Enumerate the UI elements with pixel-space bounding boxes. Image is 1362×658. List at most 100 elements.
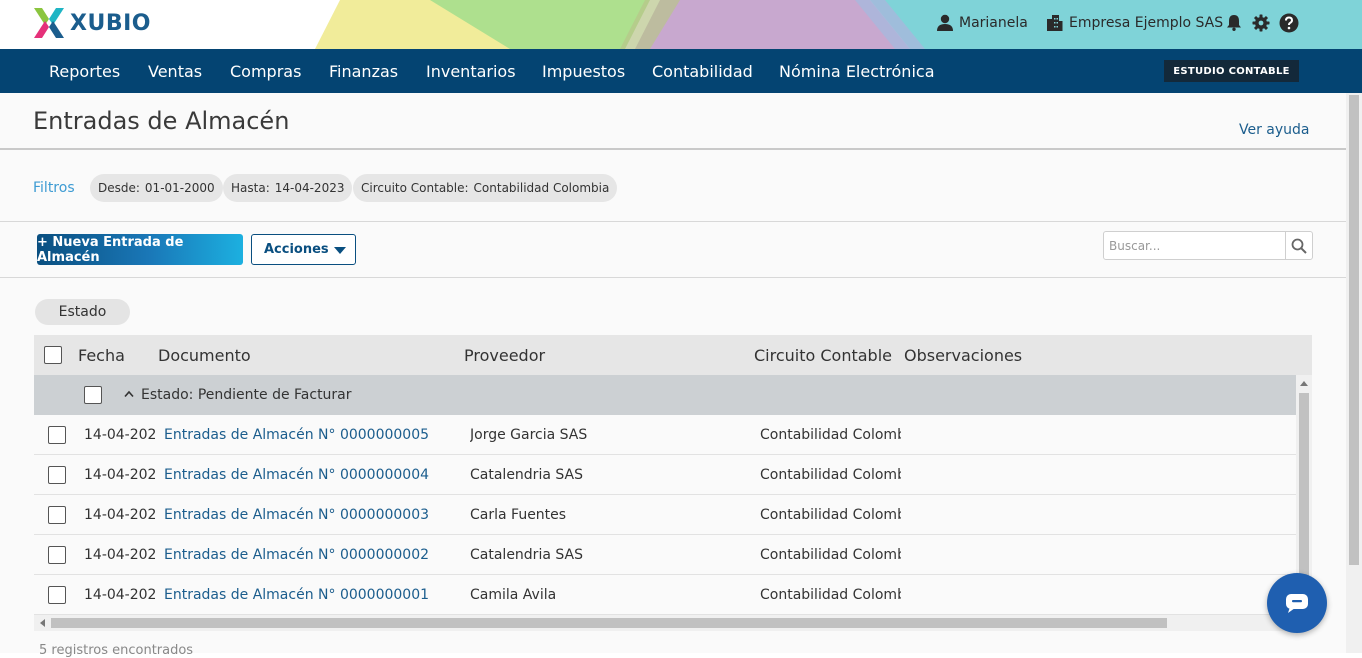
table-row[interactable]: 14-04-2023 Entradas de Almacén N° 000000… (34, 575, 1296, 615)
nav-reportes[interactable]: Reportes (49, 62, 120, 81)
cell-circuito: Contabilidad Colombia (760, 467, 901, 483)
filter-chip-value: Contabilidad Colombia (473, 181, 610, 195)
chat-button[interactable] (1267, 573, 1327, 633)
search-icon (1291, 238, 1307, 254)
table-horizontal-scrollbar[interactable] (34, 615, 1296, 631)
column-header-fecha[interactable]: Fecha (78, 346, 125, 365)
nav-compras[interactable]: Compras (230, 62, 301, 81)
help-button[interactable] (1279, 0, 1299, 45)
page-scrollbar[interactable] (1346, 93, 1362, 653)
cell-documento-link[interactable]: Entradas de Almacén N° 0000000003 (164, 507, 429, 523)
user-icon (937, 14, 953, 31)
page-title: Entradas de Almacén (33, 107, 290, 135)
cell-fecha: 14-04-2023 (84, 467, 156, 483)
nav-inventarios[interactable]: Inventarios (426, 62, 516, 81)
caret-down-icon (334, 247, 346, 254)
filters-label[interactable]: Filtros (33, 180, 75, 196)
group-label: Estado: Pendiente de Facturar (141, 387, 352, 403)
user-menu[interactable]: Marianela (936, 0, 1028, 45)
nav-nomina-electronica[interactable]: Nómina Electrónica (779, 62, 935, 81)
estudio-contable-button[interactable]: ESTUDIO CONTABLE (1164, 60, 1299, 82)
search-box (1103, 231, 1313, 260)
row-checkbox[interactable] (48, 466, 66, 484)
cell-circuito: Contabilidad Colombia (760, 587, 901, 603)
cell-proveedor: Jorge Garcia SAS (470, 427, 588, 443)
column-header-circuito[interactable]: Circuito Contable (754, 346, 892, 365)
filters-divider (0, 221, 1346, 222)
nav-impuestos[interactable]: Impuestos (542, 62, 625, 81)
group-row[interactable]: Estado: Pendiente de Facturar (34, 375, 1296, 415)
cell-documento-link[interactable]: Entradas de Almacén N° 0000000001 (164, 587, 429, 603)
chat-icon (1286, 594, 1308, 613)
filter-chip-desde[interactable]: Desde: 01-01-2000 (90, 174, 223, 202)
page-scroll-thumb[interactable] (1349, 95, 1359, 565)
cell-proveedor: Camila Avila (470, 587, 557, 603)
main-navbar: Reportes Ventas Compras Finanzas Inventa… (0, 49, 1362, 93)
notifications-button[interactable] (1226, 0, 1242, 45)
cell-fecha: 14-04-2023 (84, 507, 156, 523)
row-checkbox[interactable] (48, 426, 66, 444)
cell-proveedor: Carla Fuentes (470, 507, 567, 523)
cell-circuito: Contabilidad Colombia (760, 427, 901, 443)
page-content: Entradas de Almacén Ver ayuda Filtros De… (0, 93, 1362, 658)
entries-table: Fecha Documento Proveedor Circuito Conta… (34, 335, 1312, 635)
row-checkbox[interactable] (48, 546, 66, 564)
cell-proveedor: Catalendria SAS (470, 547, 583, 563)
chevron-up-icon[interactable] (124, 390, 134, 398)
table-row[interactable]: 14-04-2023 Entradas de Almacén N° 000000… (34, 535, 1296, 575)
filter-chip-key: Hasta: (231, 181, 270, 195)
cell-fecha: 14-04-2023 (84, 547, 156, 563)
title-divider (0, 148, 1346, 150)
xubio-logo-icon (34, 8, 64, 38)
group-by-estado-chip[interactable]: Estado (35, 299, 130, 325)
column-header-documento[interactable]: Documento (158, 346, 251, 365)
cell-documento-link[interactable]: Entradas de Almacén N° 0000000004 (164, 467, 429, 483)
toolbar-divider (0, 277, 1346, 278)
column-header-observaciones[interactable]: Observaciones (904, 346, 1022, 365)
filter-chip-key: Desde: (98, 181, 140, 195)
group-checkbox[interactable] (84, 386, 102, 404)
building-icon (1047, 15, 1063, 31)
xubio-logo[interactable]: XUBIO (32, 6, 151, 40)
brand-name: XUBIO (70, 10, 151, 36)
user-name: Marianela (959, 14, 1028, 31)
row-checkbox[interactable] (48, 506, 66, 524)
new-entry-button[interactable]: + Nueva Entrada de Almacén (37, 234, 243, 265)
top-bar: XUBIO Marianela Empresa Ejemplo SAS (0, 0, 1362, 49)
nav-ventas[interactable]: Ventas (148, 62, 202, 81)
actions-dropdown[interactable]: Acciones (251, 234, 356, 265)
search-button[interactable] (1285, 232, 1312, 259)
horizontal-scroll-thumb[interactable] (51, 618, 1167, 628)
select-all-checkbox[interactable] (44, 346, 62, 364)
scroll-up-arrow-icon[interactable] (1296, 377, 1312, 391)
company-menu[interactable]: Empresa Ejemplo SAS (1046, 0, 1223, 45)
filter-chip-key: Circuito Contable: (361, 181, 469, 195)
settings-button[interactable] (1252, 0, 1270, 45)
filter-chip-circuito[interactable]: Circuito Contable: Contabilidad Colombia (353, 174, 618, 202)
filter-chip-hasta[interactable]: Hasta: 14-04-2023 (223, 174, 353, 202)
filter-chip-value: 01-01-2000 (144, 181, 215, 195)
search-input[interactable] (1104, 232, 1284, 259)
cell-fecha: 14-04-2023 (84, 427, 156, 443)
scroll-left-arrow-icon[interactable] (36, 615, 50, 631)
records-count: 5 registros encontrados (39, 643, 194, 658)
cell-documento-link[interactable]: Entradas de Almacén N° 0000000002 (164, 547, 429, 563)
help-link[interactable]: Ver ayuda (1239, 122, 1310, 138)
cell-documento-link[interactable]: Entradas de Almacén N° 0000000005 (164, 427, 429, 443)
table-row[interactable]: 14-04-2023 Entradas de Almacén N° 000000… (34, 415, 1296, 455)
cell-circuito: Contabilidad Colombia (760, 507, 901, 523)
table-row[interactable]: 14-04-2023 Entradas de Almacén N° 000000… (34, 495, 1296, 535)
cell-fecha: 14-04-2023 (84, 587, 156, 603)
filter-chip-value: 14-04-2023 (274, 181, 345, 195)
column-header-proveedor[interactable]: Proveedor (464, 346, 545, 365)
row-checkbox[interactable] (48, 586, 66, 604)
table-header: Fecha Documento Proveedor Circuito Conta… (34, 335, 1312, 375)
gear-icon (1252, 14, 1270, 31)
help-icon (1279, 13, 1299, 32)
table-row[interactable]: 14-04-2023 Entradas de Almacén N° 000000… (34, 455, 1296, 495)
bell-icon (1227, 15, 1241, 31)
cell-circuito: Contabilidad Colombia (760, 547, 901, 563)
nav-finanzas[interactable]: Finanzas (329, 62, 398, 81)
nav-contabilidad[interactable]: Contabilidad (652, 62, 753, 81)
actions-label: Acciones (264, 242, 329, 257)
